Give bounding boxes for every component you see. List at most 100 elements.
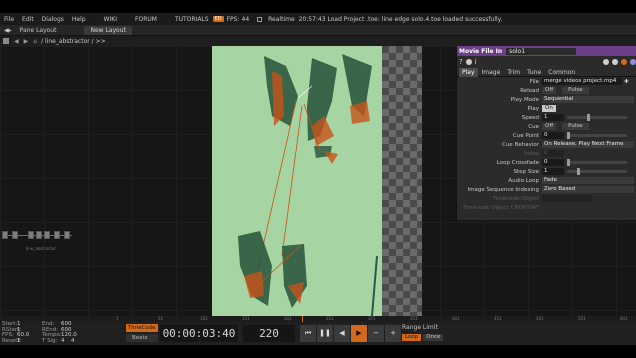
operator-node[interactable] [36,231,42,239]
menu-file[interactable]: File [0,16,18,23]
globe-icon[interactable] [630,59,636,65]
help-icon[interactable]: ? [459,58,463,66]
param-file: File merge videos project.mp4 ✚ [457,77,636,86]
param-label: Audio Loop [508,177,539,184]
cue-toggle[interactable]: Off [542,123,557,130]
ruler-tick: 301 [368,316,376,321]
reload-toggle[interactable]: Off [542,87,557,94]
loop-button[interactable]: Loop [402,334,422,341]
forward-arrow-icon[interactable]: ▶ [24,38,29,45]
movie-viewer[interactable] [212,46,422,316]
param-label: Cue Behavior [502,141,539,148]
param-label: Step Size [513,168,539,175]
node-label: line_abstractor [26,246,56,251]
cue-behavior-dropdown[interactable]: On Release, Play Next Frame [542,141,634,148]
pane-layout-button[interactable]: Pane Layout [16,27,61,34]
play-toggle[interactable]: On [542,105,556,112]
play-reverse-icon[interactable]: ◀ [334,325,350,342]
operator-node[interactable] [28,231,34,239]
operator-node[interactable] [54,231,60,239]
param-label: Timecode Object CHOP/DAT [462,204,539,211]
param-play-mode: Play Mode Sequential [457,95,636,104]
tutorials-link[interactable]: TUTORIALS [171,16,213,23]
timecode-mode-button[interactable]: TimeCode [126,324,158,332]
resetf-label: ResetF: [2,337,22,344]
speed-field[interactable]: 1 [542,114,564,121]
timecode-display[interactable]: 00:00:03:40 [160,325,238,342]
menu-bar: File Edit Dialogs Help WIKI FORUM TUTORI… [0,13,636,25]
operator-node[interactable] [2,231,8,239]
operator-node[interactable] [44,231,50,239]
tab-new-layout[interactable]: New Layout [84,25,132,35]
resetf-field[interactable]: 1 [17,338,42,345]
cue-point-field[interactable]: 0 [542,132,564,139]
ruler-tick: 151 [242,316,250,321]
play-icon[interactable]: ▶ [351,325,367,342]
back-arrow-icon[interactable]: ◀ [14,38,19,45]
operator-node[interactable] [64,231,70,239]
status-message: 20:57:43 Load Project .toe: line edge so… [298,15,503,23]
param-label: Timecode Object [492,195,539,202]
image-sequence-dropdown[interactable]: Zero Based [542,186,634,193]
index-field: 0 [542,150,564,157]
tab-tune[interactable]: Tune [524,68,544,77]
operator-name-field[interactable]: solo1 [506,47,577,55]
timecode-object-field [542,195,592,202]
beats-mode-button[interactable]: Beats [126,334,158,342]
pause-icon[interactable]: ❚❚ [317,325,333,342]
menu-edit[interactable]: Edit [18,16,38,23]
play-mode-dropdown[interactable]: Sequential [542,96,634,103]
network-path[interactable]: / line_abstractor / >> [41,38,106,45]
go-to-start-icon[interactable]: ⏮ [300,325,316,342]
cue-point-slider[interactable] [567,132,627,139]
wiki-link[interactable]: WIKI [100,16,121,23]
param-label: Reload [520,87,539,94]
tsig-numerator-field[interactable]: 4 [61,338,71,345]
time-format-toggle: TimeCode Beats [126,324,158,342]
add-file-icon[interactable]: ✚ [624,79,629,85]
tab-trim[interactable]: Trim [504,68,523,77]
ruler-tick: 601 [620,316,628,321]
param-reload: Reload Off Pulse [457,86,636,95]
python-icon[interactable] [465,59,472,65]
loop-crossfade-slider[interactable] [567,159,627,166]
loop-crossfade-field[interactable]: 0 [542,159,564,166]
step-back-icon[interactable]: − [368,325,384,342]
ruler-tick: 201 [284,316,292,321]
frame-display[interactable]: 220 [243,325,295,342]
tsig-label: T Sig: [42,337,58,344]
reload-pulse-button[interactable]: Pulse [562,87,589,94]
parameter-panel: Movie File In solo1 ? i Play Image Trim … [456,46,636,220]
param-cue: Cue Off Pulse [457,122,636,131]
step-size-slider[interactable] [567,168,627,175]
step-size-field[interactable]: 1 [542,168,564,175]
tab-image[interactable]: Image [479,68,504,77]
home-icon[interactable]: ⌂ [33,38,37,45]
range-limit-label: Range Limit [402,324,438,331]
param-cue-point: Cue Point 0 [457,131,636,140]
range-limit: Range Limit Loop Once [402,324,444,341]
audio-loop-dropdown[interactable]: Fade [542,177,634,184]
operator-node[interactable] [12,231,18,239]
realtime-checkbox[interactable] [257,16,263,22]
network-menu-icon[interactable] [3,38,9,44]
edit-icon[interactable] [612,59,618,65]
tsig-denominator-field[interactable]: 4 [71,338,81,345]
param-image-sequence-indexing: Image Sequence Indexing Zero Based [457,185,636,194]
speed-slider[interactable] [567,114,627,121]
once-button[interactable]: Once [423,334,444,341]
menu-dialogs[interactable]: Dialogs [38,16,68,23]
tab-common[interactable]: Common [545,68,578,77]
file-path-field[interactable]: merge videos project.mp4 [542,78,622,85]
info-icon[interactable]: i [475,58,477,66]
cue-pulse-button[interactable]: Pulse [562,123,589,130]
menu-help[interactable]: Help [68,16,90,23]
pane-menu-icon[interactable]: ◀▸ [0,27,16,34]
compare-icon[interactable] [603,59,609,65]
step-forward-icon[interactable]: + [385,325,401,342]
forum-link[interactable]: FORUM [131,16,161,23]
expand-icon[interactable] [621,59,627,65]
operator-header: Movie File In solo1 [457,46,636,56]
pane-bar: ◀▸ Pane Layout New Layout [0,25,636,36]
tab-play[interactable]: Play [459,67,478,77]
